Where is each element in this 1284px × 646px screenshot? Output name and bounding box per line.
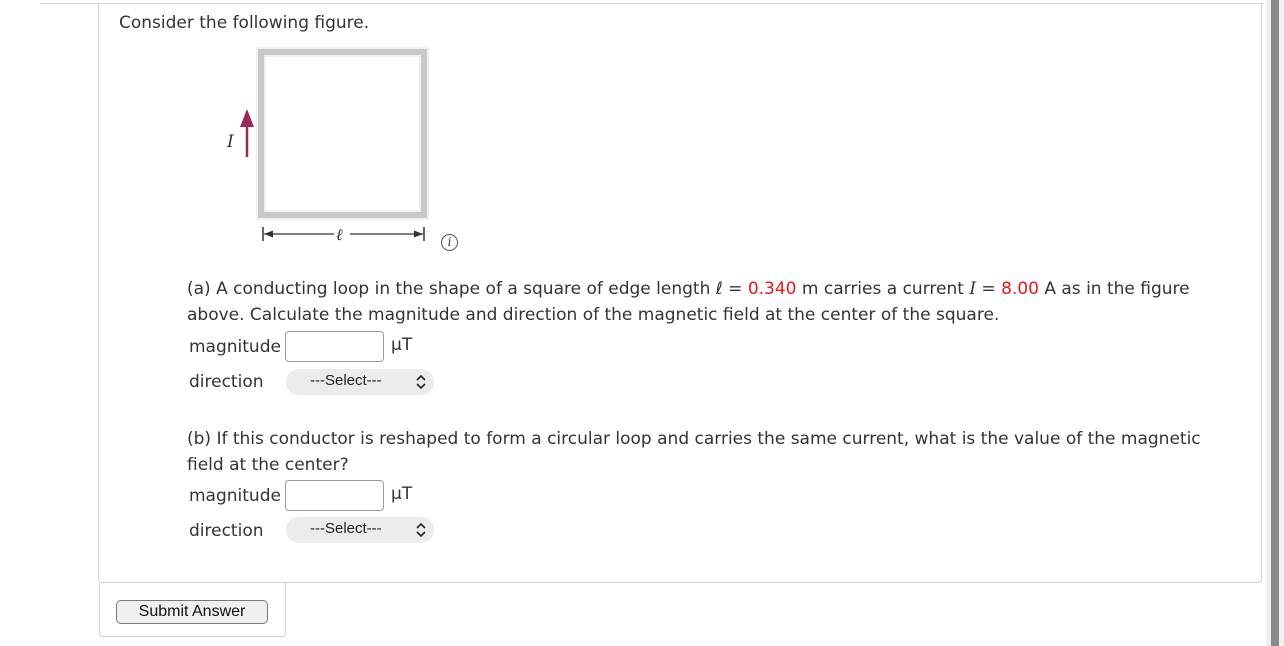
- part-a-magnitude-input[interactable]: [285, 331, 384, 362]
- edge-length-value: 0.340: [747, 279, 797, 299]
- part-a-magnitude-label: magnitude: [189, 337, 281, 357]
- scrollbar-thumb[interactable]: [1271, 0, 1279, 646]
- info-icon[interactable]: i: [441, 234, 458, 251]
- part-b-direction-value: ---Select---: [310, 520, 382, 537]
- part-b-direction-label: direction: [189, 521, 264, 541]
- current-label: I: [226, 132, 234, 152]
- scrollbar[interactable]: [1266, 0, 1284, 646]
- part-b-magnitude-input[interactable]: [285, 480, 384, 511]
- part-b-magnitude-label: magnitude: [189, 486, 281, 506]
- part-a-unit: μT: [391, 335, 413, 355]
- part-a-direction-value: ---Select---: [310, 372, 382, 389]
- part-a-text: (a) A conducting loop in the shape of a …: [187, 279, 1190, 325]
- chevron-updown-icon: [416, 522, 426, 538]
- question-prompt: Consider the following figure.: [119, 13, 370, 33]
- current-value: 8.00: [1001, 279, 1039, 299]
- part-b-unit: μT: [391, 484, 413, 504]
- part-b-text: (b) If this conductor is reshaped to for…: [187, 429, 1201, 475]
- square-loop: [258, 49, 427, 218]
- part-a-direction-select[interactable]: ---Select---: [286, 369, 434, 395]
- square-loop-figure: I ℓ: [226, 47, 429, 244]
- submit-answer-button[interactable]: Submit Answer: [116, 600, 268, 624]
- part-a-direction-label: direction: [189, 372, 264, 392]
- part-b-direction-select[interactable]: ---Select---: [286, 517, 434, 543]
- edge-label: ℓ: [336, 225, 343, 244]
- chevron-updown-icon: [416, 374, 426, 390]
